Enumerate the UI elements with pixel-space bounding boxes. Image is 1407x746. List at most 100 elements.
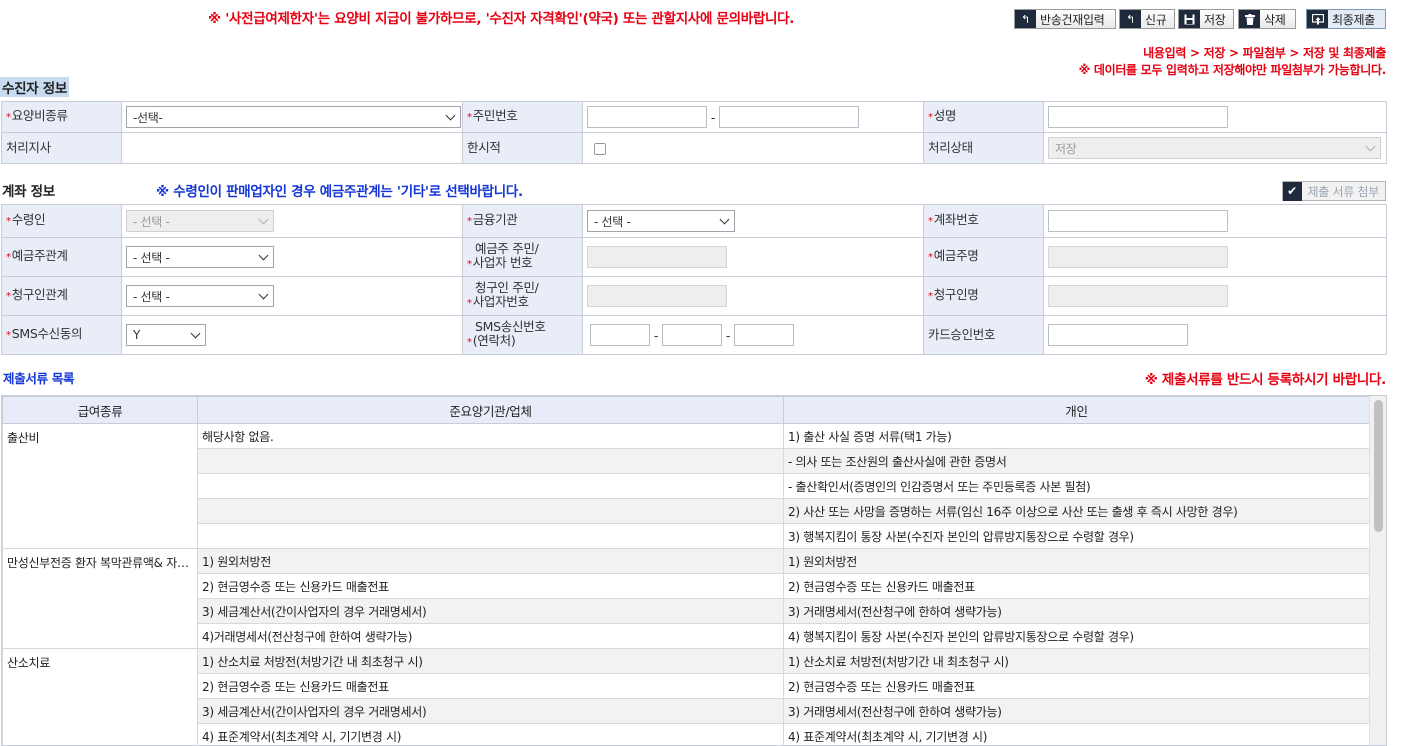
- personal-doc-cell: 3) 행복지킴이 통장 사본(수진자 본인의 압류방지통장으로 수령할 경우): [783, 523, 1370, 549]
- holder-id-label: 예금주 주민/*사업자 번호: [462, 237, 583, 277]
- grid-scrollbar[interactable]: [1369, 396, 1386, 745]
- card-approval-input[interactable]: [1048, 324, 1188, 346]
- final-submit-button[interactable]: 최종제출: [1306, 9, 1386, 29]
- sms-consent-select[interactable]: Y: [126, 324, 206, 346]
- institution-doc-cell: [197, 523, 784, 549]
- receiver-select: - 선택 -: [126, 210, 274, 232]
- institution-doc-cell: 3) 세금계산서(간이사업자의 경우 거래명세서): [197, 698, 784, 724]
- trash-icon: [1239, 10, 1260, 28]
- personal-doc-cell: 1) 출산 사실 증명 서류(택1 가능): [783, 423, 1370, 449]
- sms-dash-2: -: [725, 327, 731, 343]
- rrn-dash: -: [710, 109, 716, 125]
- chevron-down-icon: [190, 328, 201, 338]
- checkmark-icon: ✔: [1282, 181, 1302, 201]
- patient-info-table: *요양비종류 -선택- *주민번호 - *성명 처리지사 한시적 처리상태 저장: [1, 101, 1387, 164]
- status-label: 처리상태: [923, 132, 1044, 164]
- institution-doc-cell: [197, 473, 784, 499]
- account-number-input[interactable]: [1048, 210, 1228, 232]
- bank-select[interactable]: - 선택 -: [587, 210, 735, 232]
- table-row[interactable]: 출산비 해당사항 없음. 1) 출산 사실 증명 서류(택1 가능): [2, 423, 1370, 549]
- name-input[interactable]: [1048, 106, 1228, 128]
- documents-note: ※ 제출서류를 반드시 등록하시기 바랍니다.: [1144, 372, 1387, 388]
- account-note: ※ 수령인이 판매업자인 경우 예금주관계는 '기타'로 선택바랍니다.: [156, 184, 523, 200]
- save-button[interactable]: 저장: [1178, 9, 1234, 29]
- documents-grid: 급여종류 준요양기관/업체 개인 출산비 해당사항 없음. 1) 출산 사실 증…: [1, 395, 1387, 746]
- warning-notice: ※ '사전급여제한자'는 요양비 지급이 불가하므로, '수진자 자격확인'(약…: [208, 11, 795, 27]
- table-row[interactable]: - 의사 또는 조산원의 출산사실에 관한 증명서: [3, 448, 1370, 474]
- benefit-type-cell: 출산비: [2, 423, 198, 549]
- temporary-checkbox[interactable]: [594, 143, 606, 155]
- personal-doc-cell: 4) 행복지킴이 통장 사본(수진자 본인의 압류방지통장으로 수령할 경우): [783, 623, 1370, 649]
- return-input-button[interactable]: ↰ 반송건재입력: [1014, 9, 1116, 29]
- claimant-relation-select[interactable]: - 선택 -: [126, 285, 274, 307]
- care-type-label: *요양비종류: [1, 101, 122, 133]
- chevron-down-icon: [258, 214, 269, 224]
- patient-section-title: 수진자 정보: [0, 77, 69, 97]
- save-first-hint: ※ 데이터를 모두 입력하고 저장해야만 파일첨부가 가능합니다.: [1078, 63, 1387, 77]
- table-row[interactable]: 2) 현금영수증 또는 신용카드 매출전표 2) 현금영수증 또는 신용카드 매…: [3, 573, 1370, 599]
- table-row[interactable]: 4)거래명세서(전산청구에 한하여 생략가능) 4) 행복지킴이 통장 사본(수…: [3, 623, 1370, 649]
- personal-doc-cell: 3) 거래명세서(전산청구에 한하여 생략가능): [783, 698, 1370, 724]
- sms-number-part3-input[interactable]: [734, 324, 794, 346]
- institution-doc-cell: 해당사항 없음.: [197, 423, 784, 449]
- documents-list-title: 제출서류 목록: [3, 371, 75, 386]
- column-header: 개인: [783, 396, 1370, 424]
- table-row[interactable]: 3) 세금계산서(간이사업자의 경우 거래명세서) 3) 거래명세서(전산청구에…: [3, 698, 1370, 724]
- branch-value: [121, 132, 463, 164]
- rrn-back-input[interactable]: [719, 106, 859, 128]
- chevron-down-icon: [1365, 141, 1376, 151]
- documents-table: 급여종류 준요양기관/업체 개인 출산비 해당사항 없음. 1) 출산 사실 증…: [2, 396, 1370, 745]
- return-arrow-icon: ↰: [1015, 10, 1036, 28]
- claimant-name-label: *청구인명: [923, 276, 1044, 316]
- chevron-down-icon: [719, 214, 730, 224]
- sms-number-label: SMS송신번호 *(연락처): [462, 315, 583, 355]
- card-approval-label: 카드승인번호: [923, 315, 1044, 355]
- new-button[interactable]: ↰ 신규: [1119, 9, 1175, 29]
- table-row[interactable]: - 출산확인서(증명인의 인감증명서 또는 주민등록증 사본 필첨): [3, 473, 1370, 499]
- name-label: *성명: [923, 101, 1044, 133]
- table-row[interactable]: 산소치료 1) 산소치료 처방전(처방기간 내 최초청구 시) 1) 산소치료 …: [2, 648, 1370, 745]
- table-row[interactable]: 4) 표준계약서(최초계약 시, 기기변경 시) 4) 표준계약서(최초계약 시…: [3, 723, 1370, 745]
- sms-consent-label: *SMS수신동의: [1, 315, 122, 355]
- personal-doc-cell: 2) 현금영수증 또는 신용카드 매출전표: [783, 573, 1370, 599]
- institution-doc-cell: 1) 산소치료 처방전(처방기간 내 최초청구 시): [197, 648, 784, 674]
- personal-doc-cell: 3) 거래명세서(전산청구에 한하여 생략가능): [783, 598, 1370, 624]
- submit-icon: [1307, 10, 1328, 28]
- sms-number-part1-input[interactable]: [590, 324, 650, 346]
- institution-doc-cell: 4)거래명세서(전산청구에 한하여 생략가능): [197, 623, 784, 649]
- benefit-type-cell: 산소치료: [2, 648, 198, 745]
- status-select: 저장: [1048, 137, 1381, 159]
- institution-doc-cell: 2) 현금영수증 또는 신용카드 매출전표: [197, 673, 784, 699]
- scrollbar-thumb[interactable]: [1374, 400, 1383, 532]
- holder-name-input: [1048, 246, 1228, 268]
- delete-button[interactable]: 삭제: [1238, 9, 1296, 29]
- table-row[interactable]: 2) 사산 또는 사망을 증명하는 서류(임신 16주 이상으로 사산 또는 출…: [3, 498, 1370, 524]
- institution-doc-cell: 4) 표준계약서(최초계약 시, 기기변경 시): [197, 723, 784, 745]
- personal-doc-cell: 1) 산소치료 처방전(처방기간 내 최초청구 시): [783, 648, 1370, 674]
- account-info-table: *수령인 - 선택 - *금융기관 - 선택 - *계좌번호 *예금주관계 - …: [1, 204, 1387, 355]
- sms-number-part2-input[interactable]: [662, 324, 722, 346]
- rrn-front-input[interactable]: [587, 106, 707, 128]
- care-type-select[interactable]: -선택-: [126, 106, 461, 128]
- receiver-label: *수령인: [1, 204, 122, 238]
- steps-hint: 내용입력 > 저장 > 파일첨부 > 저장 및 최종제출: [1143, 46, 1386, 60]
- institution-doc-cell: [197, 498, 784, 524]
- temporary-label: 한시적: [462, 132, 583, 164]
- personal-doc-cell: - 출산확인서(증명인의 인감증명서 또는 주민등록증 사본 필첨): [783, 473, 1370, 499]
- benefit-type-cell: 만성신부전증 환자 복막관류액& 자동복막투석 소모성 재료: [2, 548, 198, 649]
- account-number-label: *계좌번호: [923, 204, 1044, 238]
- table-row[interactable]: 2) 현금영수증 또는 신용카드 매출전표 2) 현금영수증 또는 신용카드 매…: [3, 673, 1370, 699]
- holder-relation-select[interactable]: - 선택 -: [126, 246, 274, 268]
- attach-documents-button[interactable]: ✔ 제출 서류 첨부: [1281, 181, 1386, 201]
- claimant-relation-label: *청구인관계: [1, 276, 122, 316]
- sms-dash-1: -: [653, 327, 659, 343]
- table-row[interactable]: 만성신부전증 환자 복막관류액& 자동복막투석 소모성 재료 1) 원외처방전 …: [2, 548, 1370, 649]
- institution-doc-cell: 3) 세금계산서(간이사업자의 경우 거래명세서): [197, 598, 784, 624]
- bank-label: *금융기관: [462, 204, 583, 238]
- chevron-down-icon: [445, 110, 456, 120]
- institution-doc-cell: 1) 원외처방전: [197, 548, 784, 574]
- table-row[interactable]: 3) 행복지킴이 통장 사본(수진자 본인의 압류방지통장으로 수령할 경우): [3, 523, 1370, 549]
- holder-id-input: [587, 246, 727, 268]
- table-row[interactable]: 3) 세금계산서(간이사업자의 경우 거래명세서) 3) 거래명세서(전산청구에…: [3, 598, 1370, 624]
- branch-label: 처리지사: [1, 132, 122, 164]
